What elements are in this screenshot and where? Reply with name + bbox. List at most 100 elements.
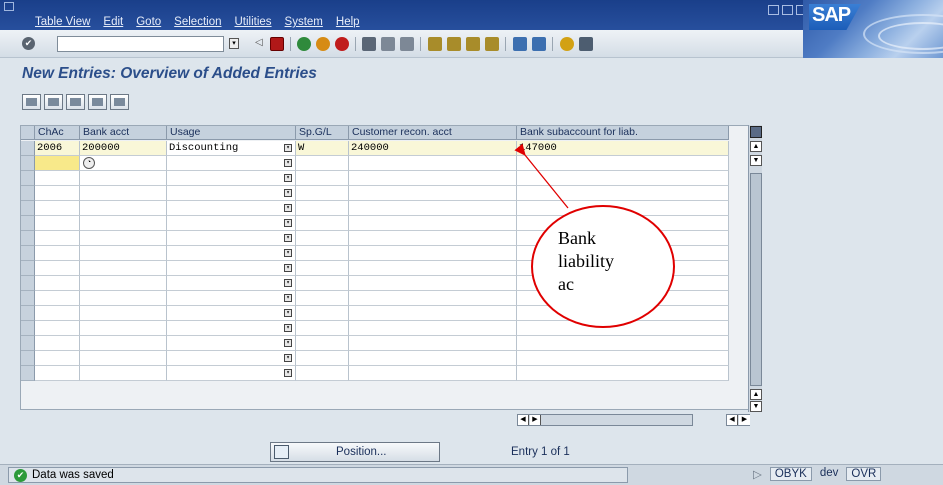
status-message-box[interactable]: ✔ Data was saved xyxy=(8,467,628,483)
cell-sp-gl[interactable] xyxy=(296,336,349,351)
cell-usage[interactable]: ▾ xyxy=(167,291,296,306)
cell-chac[interactable] xyxy=(35,186,80,201)
cell-bank-acct[interactable] xyxy=(80,231,167,246)
cell-usage[interactable]: ▾ xyxy=(167,246,296,261)
cell-chac[interactable] xyxy=(35,201,80,216)
cell-sp-gl[interactable] xyxy=(296,216,349,231)
select-all-header[interactable] xyxy=(21,126,35,140)
cell-sp-gl[interactable] xyxy=(296,231,349,246)
insert-mode[interactable]: OVR xyxy=(846,467,882,481)
dropdown-icon[interactable]: ▾ xyxy=(284,189,292,197)
menu-utilities[interactable]: Utilities xyxy=(234,16,271,28)
cell-bank-acct[interactable]: ◔ xyxy=(80,156,167,171)
cell-customer-recon-acct[interactable]: 240000 xyxy=(349,141,517,156)
row-selector[interactable] xyxy=(21,231,35,246)
cell-bank-subaccount[interactable]: 147000 xyxy=(517,141,729,156)
column-header-usage[interactable]: Usage xyxy=(167,126,296,140)
cell-customer-recon-acct[interactable] xyxy=(349,336,517,351)
cell-chac[interactable] xyxy=(35,171,80,186)
menu-system[interactable]: System xyxy=(285,16,323,28)
row-selector[interactable] xyxy=(21,186,35,201)
enter-icon[interactable]: ✔ xyxy=(22,37,35,50)
cell-customer-recon-acct[interactable] xyxy=(349,366,517,381)
cell-bank-subaccount[interactable] xyxy=(517,366,729,381)
cell-bank-acct[interactable] xyxy=(80,201,167,216)
menu-goto[interactable]: Goto xyxy=(136,16,161,28)
cell-customer-recon-acct[interactable] xyxy=(349,246,517,261)
select-all-icon[interactable] xyxy=(66,94,85,110)
table-settings-icon[interactable] xyxy=(750,126,762,138)
command-history-icon[interactable]: ▾ xyxy=(229,38,239,49)
column-header-sp-gl[interactable]: Sp.G/L xyxy=(296,126,349,140)
cell-chac[interactable]: 2006 xyxy=(35,141,80,156)
cell-chac[interactable] xyxy=(35,306,80,321)
scroll-thumb[interactable] xyxy=(750,173,762,386)
cell-usage[interactable]: ▾ xyxy=(167,231,296,246)
cell-customer-recon-acct[interactable] xyxy=(349,351,517,366)
cell-customer-recon-acct[interactable] xyxy=(349,321,517,336)
layout-menu-icon[interactable] xyxy=(579,37,593,51)
cell-chac[interactable] xyxy=(35,336,80,351)
cell-sp-gl[interactable] xyxy=(296,321,349,336)
cell-bank-acct[interactable] xyxy=(80,246,167,261)
row-selector[interactable] xyxy=(21,171,35,186)
change-display-icon[interactable] xyxy=(22,94,41,110)
row-selector[interactable] xyxy=(21,351,35,366)
dropdown-icon[interactable]: ▾ xyxy=(284,249,292,257)
position-button[interactable]: Position... xyxy=(270,442,440,462)
row-selector[interactable] xyxy=(21,366,35,381)
cell-customer-recon-acct[interactable] xyxy=(349,231,517,246)
dropdown-icon[interactable]: ▾ xyxy=(284,144,292,152)
column-header-chac[interactable]: ChAc xyxy=(35,126,80,140)
scroll-up-icon[interactable]: ▲ xyxy=(750,141,762,152)
cell-customer-recon-acct[interactable] xyxy=(349,186,517,201)
cell-sp-gl[interactable] xyxy=(296,306,349,321)
scroll-left-icon[interactable]: ◀ xyxy=(518,415,529,425)
cell-bank-acct[interactable] xyxy=(80,351,167,366)
previous-page-icon[interactable] xyxy=(447,37,461,51)
dropdown-icon[interactable]: ▾ xyxy=(284,339,292,347)
dropdown-icon[interactable]: ▾ xyxy=(284,234,292,242)
cell-customer-recon-acct[interactable] xyxy=(349,291,517,306)
find-icon[interactable] xyxy=(381,37,395,51)
scroll-right-icon[interactable]: ▶ xyxy=(739,415,750,425)
create-session-icon[interactable] xyxy=(513,37,527,51)
column-header-bank-subaccount[interactable]: Bank subaccount for liab. xyxy=(517,126,729,140)
cell-bank-acct[interactable] xyxy=(80,216,167,231)
cell-sp-gl[interactable] xyxy=(296,351,349,366)
cell-customer-recon-acct[interactable] xyxy=(349,156,517,171)
delete-icon[interactable] xyxy=(44,94,63,110)
cell-usage[interactable]: ▾ xyxy=(167,186,296,201)
first-page-icon[interactable] xyxy=(428,37,442,51)
menu-edit[interactable]: Edit xyxy=(103,16,123,28)
row-selector[interactable] xyxy=(21,246,35,261)
cell-bank-subaccount[interactable] xyxy=(517,156,729,171)
dropdown-icon[interactable]: ▾ xyxy=(284,279,292,287)
select-block-icon[interactable] xyxy=(88,94,107,110)
cell-chac[interactable] xyxy=(35,351,80,366)
cell-sp-gl[interactable] xyxy=(296,201,349,216)
column-header-customer-recon-acct[interactable]: Customer recon. acct xyxy=(349,126,517,140)
cell-customer-recon-acct[interactable] xyxy=(349,261,517,276)
cell-sp-gl[interactable] xyxy=(296,366,349,381)
cell-usage[interactable]: ▾ xyxy=(167,366,296,381)
cell-bank-acct[interactable] xyxy=(80,261,167,276)
cell-sp-gl[interactable] xyxy=(296,171,349,186)
dropdown-icon[interactable]: ▾ xyxy=(284,324,292,332)
dropdown-icon[interactable]: ▾ xyxy=(284,369,292,377)
dropdown-icon[interactable]: ▾ xyxy=(284,264,292,272)
row-selector[interactable] xyxy=(21,156,35,171)
create-shortcut-icon[interactable] xyxy=(532,37,546,51)
exit-icon[interactable] xyxy=(316,37,330,51)
row-selector[interactable] xyxy=(21,201,35,216)
cell-usage[interactable]: ▾ xyxy=(167,201,296,216)
cell-customer-recon-acct[interactable] xyxy=(349,216,517,231)
cell-bank-subaccount[interactable] xyxy=(517,171,729,186)
cell-chac[interactable] xyxy=(35,261,80,276)
menu-table-view[interactable]: Table View xyxy=(35,16,90,28)
cell-chac[interactable] xyxy=(35,366,80,381)
cell-customer-recon-acct[interactable] xyxy=(349,306,517,321)
search-help-icon[interactable]: ◔ xyxy=(83,157,95,169)
menu-help[interactable]: Help xyxy=(336,16,360,28)
system-menu-icon[interactable] xyxy=(4,2,14,11)
